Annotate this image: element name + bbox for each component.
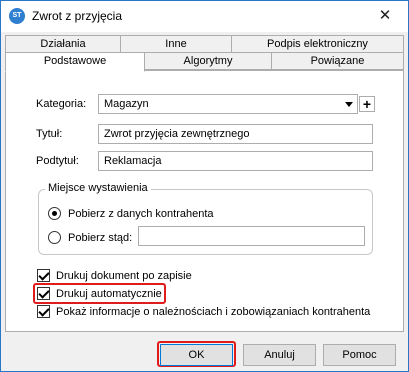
tab-dzialania[interactable]: Działania xyxy=(5,35,121,53)
category-select[interactable]: Magazyn xyxy=(98,94,358,114)
tab-podpis-elektroniczny[interactable]: Podpis elektroniczny xyxy=(231,35,404,53)
issue-place-legend: Miejsce wystawienia xyxy=(45,182,151,194)
category-label: Kategoria: xyxy=(36,98,87,110)
title-bar[interactable]: ST Zwrot z przyjęcia ✕ xyxy=(1,1,408,32)
show-receivables-label[interactable]: Pokaż informacje o należnościach i zobow… xyxy=(56,306,370,318)
app-icon: ST xyxy=(9,8,25,24)
radio-from-contractor-label[interactable]: Pobierz z danych kontrahenta xyxy=(68,208,214,220)
radio-from-here-label[interactable]: Pobierz stąd: xyxy=(68,232,132,244)
add-category-button[interactable]: + xyxy=(359,96,375,112)
category-value: Magazyn xyxy=(104,98,149,110)
title-field[interactable]: Zwrot przyjęcia zewnętrznego xyxy=(98,124,373,144)
tab-inne[interactable]: Inne xyxy=(120,35,232,53)
checkbox-show-receivables[interactable] xyxy=(37,305,50,318)
cancel-button[interactable]: Anuluj xyxy=(243,344,316,366)
close-icon[interactable]: ✕ xyxy=(362,1,408,31)
radio-from-contractor[interactable] xyxy=(48,207,61,220)
tab-algorytmy[interactable]: Algorytmy xyxy=(144,52,272,70)
print-after-save-label[interactable]: Drukuj dokument po zapisie xyxy=(56,270,192,282)
radio-from-here[interactable] xyxy=(48,231,61,244)
issue-place-field[interactable] xyxy=(138,226,365,246)
help-button[interactable]: Pomoc xyxy=(323,344,396,366)
window-title: Zwrot z przyjęcia xyxy=(32,9,123,23)
chevron-down-icon[interactable] xyxy=(345,102,353,107)
tab-powiazane[interactable]: Powiązane xyxy=(271,52,404,70)
subtitle-label: Podtytuł: xyxy=(36,155,79,167)
subtitle-field[interactable]: Reklamacja xyxy=(98,151,373,171)
checkbox-print-after-save[interactable] xyxy=(37,269,50,282)
highlight-frame xyxy=(33,283,166,304)
title-label: Tytuł: xyxy=(36,128,63,140)
tab-podstawowe[interactable]: Podstawowe xyxy=(5,52,145,72)
dialog-window: ST Zwrot z przyjęcia ✕ Działania Inne Po… xyxy=(0,0,409,372)
ok-button[interactable]: OK xyxy=(160,344,233,366)
tab-panel-podstawowe: Kategoria: Magazyn + Tytuł: Zwrot przyję… xyxy=(5,70,404,332)
